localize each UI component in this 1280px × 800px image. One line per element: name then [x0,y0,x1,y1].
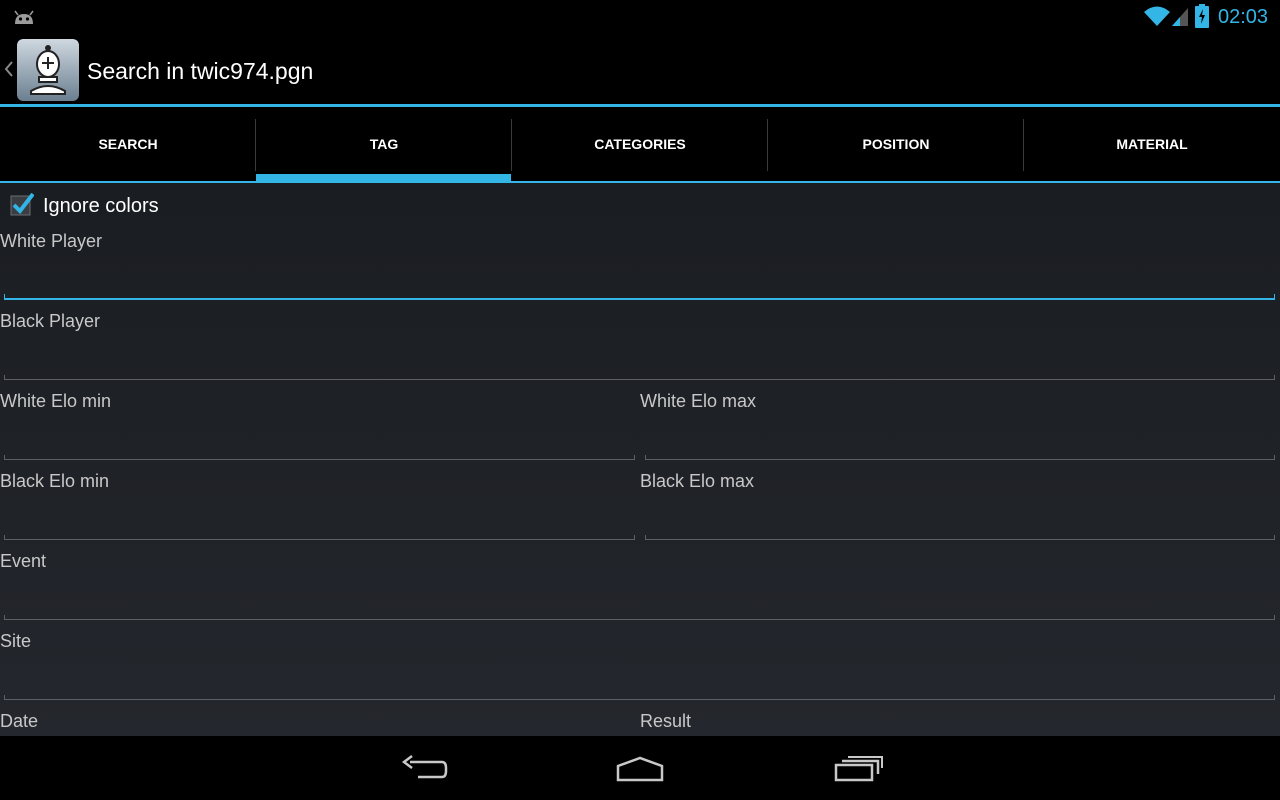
black-elo-min-field[interactable] [4,496,636,536]
black-elo-max-label: Black Elo max [640,471,755,491]
recent-apps-icon[interactable] [830,750,886,786]
navigation-bar [0,736,1280,800]
black-elo-min-label: Black Elo min [0,471,110,491]
status-bar: 02:03 [0,0,1280,33]
white-player-field[interactable] [4,256,1276,296]
status-clock: 02:03 [1218,6,1269,28]
white-elo-max-label: White Elo max [640,391,757,411]
site-field[interactable] [4,656,1276,696]
black-player-label: Black Player [0,311,101,331]
black-elo-max-field[interactable] [645,496,1276,536]
tab-categories[interactable]: CATEGORIES [512,107,768,181]
tab-bar: SEARCH TAG CATEGORIES POSITION MATERIAL [0,107,1280,183]
action-bar: Search in twic974.pgn [0,33,1280,105]
white-elo-max-field[interactable] [645,416,1276,456]
white-elo-max-underline [645,455,1275,460]
battery-charging-icon [1195,4,1209,28]
white-elo-min-field[interactable] [4,416,636,456]
tab-categories-label: CATEGORIES [594,136,686,152]
event-underline [4,615,1275,620]
selected-tab-indicator [256,174,511,182]
tab-search-label: SEARCH [98,136,158,152]
up-navigation-icon[interactable] [3,59,15,79]
site-label: Site [0,631,32,651]
wifi-icon [1144,6,1170,26]
white-player-underline [4,294,1275,300]
date-label: Date [0,711,39,731]
event-label: Event [0,551,47,571]
black-elo-max-underline [645,535,1275,540]
back-icon[interactable] [396,750,452,786]
black-elo-min-underline [4,535,635,540]
android-debug-icon [14,10,34,24]
tag-search-form: Ignore colors White Player Black Player … [0,183,1280,736]
tab-position[interactable]: POSITION [768,107,1024,181]
page-title: Search in twic974.pgn [87,58,314,84]
site-underline [4,695,1275,700]
black-player-underline [4,375,1275,380]
tab-material[interactable]: MATERIAL [1024,107,1280,181]
white-player-label: White Player [0,231,103,251]
black-player-field[interactable] [4,336,1276,376]
home-icon[interactable] [612,750,668,786]
tab-tag-label: TAG [369,136,399,152]
event-field[interactable] [4,576,1276,616]
tab-position-label: POSITION [862,136,930,152]
result-label: Result [640,711,692,731]
chess-bishop-icon[interactable] [17,39,79,101]
tab-tag[interactable]: TAG [256,107,512,181]
tab-search[interactable]: SEARCH [0,107,256,181]
tab-material-label: MATERIAL [1116,136,1188,152]
white-elo-min-label: White Elo min [0,391,112,411]
ignore-colors-label: Ignore colors [43,195,159,217]
signal-icon [1172,8,1188,26]
ignore-colors-checkbox[interactable] [10,193,34,217]
white-elo-min-underline [4,455,635,460]
